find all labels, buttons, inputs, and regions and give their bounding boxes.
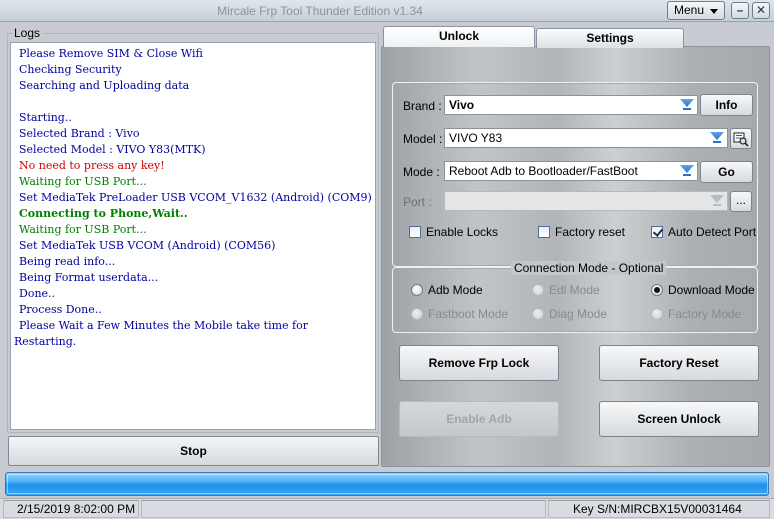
checkbox-box[interactable] [651, 226, 663, 238]
factory-reset-button[interactable]: Factory Reset [599, 345, 759, 381]
screen-unlock-button[interactable]: Screen Unlock [599, 401, 759, 437]
port-label: Port : [403, 195, 432, 209]
progress-bar [5, 472, 769, 496]
tab-settings[interactable]: Settings [536, 28, 684, 48]
panel-body: Brand : Vivo Info Model : VIVO Y83 Mode … [381, 46, 770, 467]
dropdown-arrow-icon[interactable] [710, 195, 724, 207]
connection-mode-legend: Connection Mode - Optional [511, 261, 667, 275]
model-label: Model : [403, 132, 443, 146]
edl-mode-label: Edl Mode [549, 283, 600, 297]
window-title: Mircale Frp Tool Thunder Edition v1.34 [217, 4, 423, 18]
enable-locks-checkbox[interactable]: Enable Locks [409, 225, 498, 239]
log-line: Being Format userdata... [19, 271, 159, 284]
brand-value: Vivo [449, 98, 475, 112]
status-bar: 2/15/2019 8:02:00 PM Key S/N:MIRCBX15V00… [0, 498, 774, 519]
logs-legend: Logs [12, 26, 43, 40]
log-line: Starting.. [19, 111, 72, 124]
unlock-panel: Brand : Vivo Info Model : VIVO Y83 Mode … [381, 26, 770, 467]
radio-dot[interactable] [651, 308, 663, 320]
dropdown-arrow-icon[interactable] [710, 132, 724, 144]
fastboot-mode-label: Fastboot Mode [428, 307, 509, 321]
progress-fill [7, 474, 768, 494]
radio-diag-mode[interactable]: Diag Mode [532, 307, 607, 321]
log-line: Done.. [19, 287, 56, 300]
radio-fastboot-mode[interactable]: Fastboot Mode [411, 307, 508, 321]
mode-combobox[interactable]: Reboot Adb to Bootloader/FastBoot [444, 161, 698, 181]
log-line: Set MediaTek PreLoader USB VCOM_V1632 (A… [19, 191, 372, 204]
status-key-sn: Key S/N:MIRCBX15V00031464 [548, 500, 770, 518]
adb-mode-label: Adb Mode [428, 283, 483, 297]
radio-dot[interactable] [532, 308, 544, 320]
radio-dot[interactable] [411, 308, 423, 320]
connection-mode-group: Connection Mode - Optional Adb Mode Edl … [392, 261, 758, 333]
diag-mode-label: Diag Mode [549, 307, 608, 321]
factory-reset-checkbox[interactable]: Factory reset [538, 225, 625, 239]
model-search-button[interactable] [730, 128, 752, 149]
log-line: Connecting to Phone,Wait.. [19, 207, 188, 220]
dropdown-arrow-icon[interactable] [680, 99, 694, 111]
info-button[interactable]: Info [700, 94, 753, 116]
minimize-button[interactable]: – [731, 2, 749, 19]
port-browse-button[interactable]: ... [730, 191, 752, 212]
menu-button-label: Menu [674, 3, 705, 17]
search-icon [733, 132, 749, 147]
checkbox-box[interactable] [409, 226, 421, 238]
chevron-down-icon [710, 9, 718, 14]
status-spacer [141, 500, 546, 518]
enable-locks-label: Enable Locks [426, 225, 499, 239]
radio-dot[interactable] [651, 284, 663, 296]
radio-download-mode[interactable]: Download Mode [651, 283, 755, 297]
menu-button[interactable]: Menu [667, 1, 725, 20]
radio-factory-mode[interactable]: Factory Mode [651, 307, 741, 321]
port-combobox[interactable] [444, 191, 728, 211]
status-datetime: 2/15/2019 8:02:00 PM [3, 500, 139, 518]
log-line: Searching and Uploading data [19, 79, 190, 92]
stop-button[interactable]: Stop [8, 436, 379, 466]
radio-adb-mode[interactable]: Adb Mode [411, 283, 483, 297]
auto-detect-port-checkbox[interactable]: Auto Detect Port [651, 225, 756, 239]
radio-dot[interactable] [411, 284, 423, 296]
log-line: Selected Brand : Vivo [19, 127, 140, 140]
auto-detect-port-label: Auto Detect Port [668, 225, 757, 239]
log-line: Waiting for USB Port... [19, 175, 147, 188]
model-combobox[interactable]: VIVO Y83 [444, 128, 728, 148]
go-button[interactable]: Go [700, 161, 753, 183]
tab-unlock[interactable]: Unlock [383, 26, 535, 47]
brand-combobox[interactable]: Vivo [444, 95, 698, 115]
mode-value: Reboot Adb to Bootloader/FastBoot [449, 164, 638, 178]
log-line: Waiting for USB Port... [19, 223, 147, 236]
log-line: Being read info... [19, 255, 116, 268]
title-bar: Mircale Frp Tool Thunder Edition v1.34 M… [0, 0, 774, 22]
log-line: Checking Security [19, 63, 122, 76]
log-line: Set MediaTek USB VCOM (Android) (COM56) [19, 239, 276, 252]
factory-mode-label: Factory Mode [668, 307, 742, 321]
log-line: Please Remove SIM & Close Wifi [19, 47, 203, 60]
log-line: Process Done.. [19, 303, 102, 316]
brand-label: Brand : [403, 99, 442, 113]
checkbox-box[interactable] [538, 226, 550, 238]
model-value: VIVO Y83 [449, 131, 503, 145]
mode-label: Mode : [403, 165, 440, 179]
radio-dot[interactable] [532, 284, 544, 296]
dropdown-arrow-icon[interactable] [680, 165, 694, 177]
log-line: No need to press any key! [19, 159, 165, 172]
remove-frp-lock-button[interactable]: Remove Frp Lock [399, 345, 559, 381]
log-line: Please Wait a Few Minutes the Mobile tak… [14, 319, 308, 348]
logs-textbox[interactable]: Please Remove SIM & Close Wifi Checking S… [10, 42, 376, 430]
logs-group: Logs Please Remove SIM & Close Wifi Check… [7, 26, 379, 433]
radio-edl-mode[interactable]: Edl Mode [532, 283, 600, 297]
close-button[interactable]: ✕ [752, 2, 770, 19]
device-options-group: Brand : Vivo Info Model : VIVO Y83 Mode … [392, 82, 758, 267]
download-mode-label: Download Mode [668, 283, 755, 297]
log-line: Selected Model : VIVO Y83(MTK) [19, 143, 206, 156]
enable-adb-button[interactable]: Enable Adb [399, 401, 559, 437]
factory-reset-checkbox-label: Factory reset [555, 225, 626, 239]
